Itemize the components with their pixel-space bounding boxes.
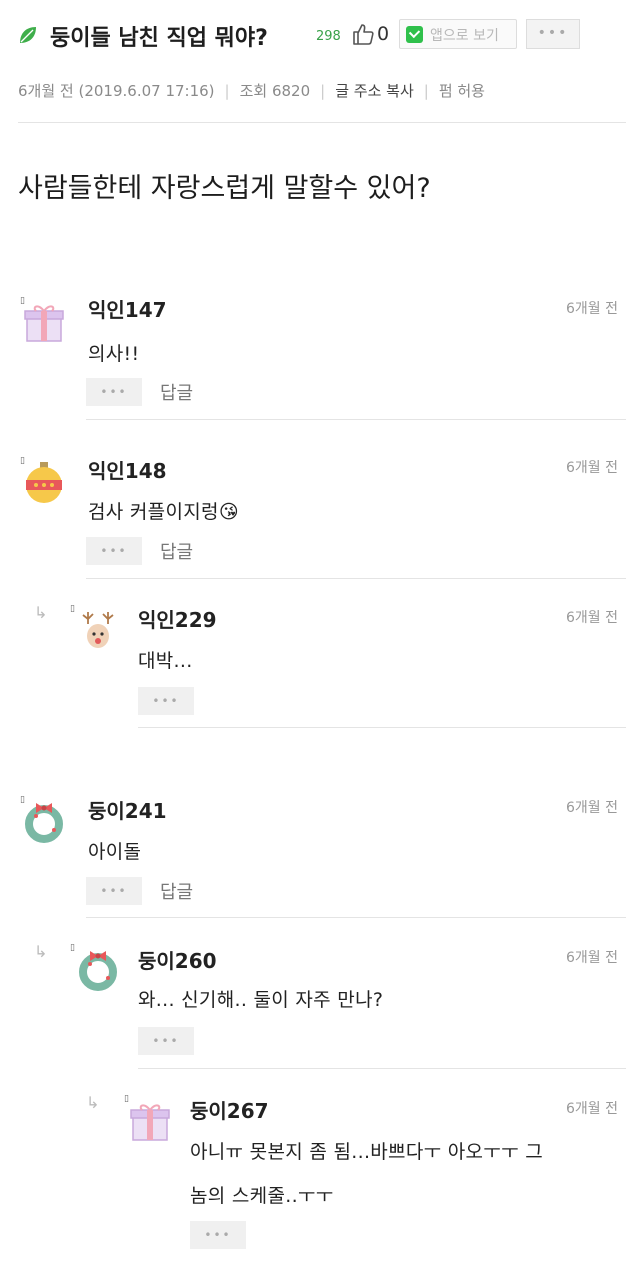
repost-permission: 펌 허용 xyxy=(438,82,485,100)
marker-icon: ▯ xyxy=(70,943,75,953)
comment-time: 6개월 전 xyxy=(566,950,618,966)
post-title: 둥이들 남친 직업 뭐야? xyxy=(50,26,268,51)
header-divider xyxy=(18,122,626,123)
reply-button[interactable]: 답글 xyxy=(160,538,193,564)
post-date: 6개월 전 (2019.6.07 17:16) xyxy=(18,82,215,100)
comment-nickname: 익인229 xyxy=(138,608,217,632)
comment-divider xyxy=(86,578,626,579)
reply-arrow-icon: ↳ xyxy=(34,603,48,622)
thumbs-up-icon[interactable] xyxy=(350,21,376,47)
leaf-icon xyxy=(20,27,36,43)
comment-text-body: 검사 커플이지렁 xyxy=(88,501,219,523)
comment-nickname: 둥이267 xyxy=(190,1099,269,1123)
comment-text: 의사!! xyxy=(88,343,140,365)
kiss-emoji-icon: 😘 xyxy=(218,501,239,523)
comment-divider xyxy=(138,1068,626,1069)
comment-more-button[interactable]: ••• xyxy=(86,378,142,406)
comment-nickname: 둥이241 xyxy=(88,799,167,823)
comment-time: 6개월 전 xyxy=(566,460,618,476)
like-count: 0 xyxy=(377,23,390,45)
comment-time: 6개월 전 xyxy=(566,610,618,626)
comment-more-button[interactable]: ••• xyxy=(86,877,142,905)
ornament-icon xyxy=(26,462,62,503)
comment-divider xyxy=(86,917,626,918)
post-body: 사람들한테 자랑스럽게 말할수 있어? xyxy=(18,173,431,204)
comment-more-button[interactable]: ••• xyxy=(190,1221,246,1249)
reply-arrow-icon: ↳ xyxy=(34,942,48,961)
wreath-icon xyxy=(79,951,117,991)
comment-text: 와... 신기해.. 둘이 자주 만나? xyxy=(138,989,384,1011)
reply-arrow-icon: ↳ xyxy=(86,1093,100,1112)
wreath-icon xyxy=(25,803,63,843)
comment-nickname: 둥이260 xyxy=(138,949,217,973)
comment-text-continued: 놈의 스케줄..ㅜㅜ xyxy=(190,1185,334,1207)
comment-nickname: 익인148 xyxy=(88,459,167,483)
comment-time: 6개월 전 xyxy=(566,301,618,317)
comment-divider xyxy=(138,727,626,728)
reindeer-icon xyxy=(82,612,114,648)
post-meta: 6개월 전 (2019.6.07 17:16) | 조회 6820 | 글 주소 복사 |… xyxy=(18,82,485,100)
comment-time: 6개월 전 xyxy=(566,800,618,816)
post-views: 조회 6820 xyxy=(239,82,311,100)
copy-address-link[interactable]: 글 주소 복사 xyxy=(335,82,414,100)
marker-icon: ▯ xyxy=(70,604,75,614)
gift-icon xyxy=(130,1104,170,1141)
comment-text: 아니ㅠ 못본지 좀 됨...바쁘다ㅜ 아오ㅜㅜ 그 xyxy=(190,1141,543,1163)
reply-button[interactable]: 답글 xyxy=(160,878,193,904)
comment-text: 아이돌 xyxy=(88,841,142,863)
app-check-icon xyxy=(406,26,423,43)
comment-more-button[interactable]: ••• xyxy=(86,537,142,565)
view-count: 298 xyxy=(316,29,341,44)
comment-time: 6개월 전 xyxy=(566,1101,618,1117)
comment-text: 대박... xyxy=(138,650,193,672)
open-in-app-button[interactable]: 앱으로 보기 xyxy=(399,19,517,49)
gift-icon xyxy=(24,305,64,342)
comment-more-button[interactable]: ••• xyxy=(138,687,194,715)
comment-nickname: 익인147 xyxy=(88,298,167,322)
comment-text: 검사 커플이지렁😘 xyxy=(88,497,239,524)
open-in-app-label: 앱으로 보기 xyxy=(430,28,499,44)
comment-more-button[interactable]: ••• xyxy=(138,1027,194,1055)
reply-button[interactable]: 답글 xyxy=(160,379,193,405)
comment-divider xyxy=(86,419,626,420)
post-more-button[interactable]: ••• xyxy=(526,19,580,49)
